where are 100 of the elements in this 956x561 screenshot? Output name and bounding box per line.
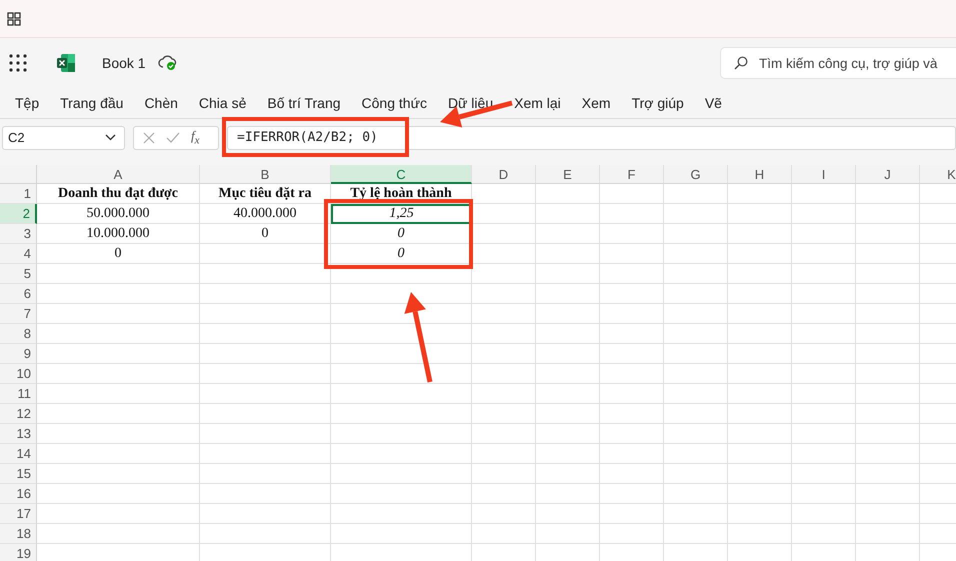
table-cell[interactable] bbox=[600, 344, 664, 364]
table-cell[interactable] bbox=[37, 384, 200, 404]
table-cell[interactable] bbox=[37, 484, 200, 504]
table-cell[interactable] bbox=[728, 244, 792, 264]
table-cell[interactable] bbox=[37, 504, 200, 524]
table-cell[interactable] bbox=[792, 444, 856, 464]
table-cell[interactable] bbox=[728, 224, 792, 244]
table-cell[interactable] bbox=[472, 244, 536, 264]
table-cell[interactable] bbox=[331, 484, 472, 504]
table-cell[interactable] bbox=[472, 324, 536, 344]
row-header[interactable]: 13 bbox=[0, 424, 37, 444]
cancel-icon[interactable] bbox=[143, 132, 155, 144]
table-cell[interactable] bbox=[792, 384, 856, 404]
table-cell[interactable] bbox=[664, 204, 728, 224]
table-cell[interactable] bbox=[200, 284, 331, 304]
table-cell[interactable] bbox=[664, 404, 728, 424]
table-cell[interactable] bbox=[536, 244, 600, 264]
select-all-corner[interactable] bbox=[0, 165, 37, 184]
table-cell[interactable] bbox=[331, 404, 472, 424]
table-cell[interactable] bbox=[37, 524, 200, 544]
row-header[interactable]: 7 bbox=[0, 304, 37, 324]
table-cell[interactable] bbox=[856, 264, 920, 284]
table-cell[interactable] bbox=[200, 304, 331, 324]
table-cell[interactable] bbox=[792, 304, 856, 324]
app-launcher-icon[interactable] bbox=[9, 54, 27, 72]
table-cell[interactable] bbox=[600, 184, 664, 204]
table-cell[interactable] bbox=[856, 524, 920, 544]
table-cell[interactable] bbox=[536, 364, 600, 384]
column-header[interactable]: G bbox=[664, 165, 728, 184]
table-cell[interactable] bbox=[792, 244, 856, 264]
table-cell[interactable] bbox=[37, 264, 200, 284]
table-cell[interactable] bbox=[856, 244, 920, 264]
table-cell[interactable] bbox=[664, 224, 728, 244]
column-header[interactable]: B bbox=[200, 165, 331, 184]
table-cell[interactable] bbox=[856, 504, 920, 524]
table-cell[interactable] bbox=[600, 444, 664, 464]
ribbon-tab[interactable]: Công thức bbox=[362, 95, 427, 111]
table-cell[interactable] bbox=[536, 464, 600, 484]
table-cell[interactable] bbox=[472, 264, 536, 284]
table-cell[interactable] bbox=[664, 324, 728, 344]
table-cell[interactable] bbox=[536, 484, 600, 504]
table-cell[interactable] bbox=[856, 424, 920, 444]
table-cell[interactable] bbox=[472, 424, 536, 444]
row-header[interactable]: 11 bbox=[0, 384, 37, 404]
ribbon-tab[interactable]: Xem lại bbox=[514, 95, 561, 111]
table-cell[interactable] bbox=[728, 404, 792, 424]
table-cell[interactable] bbox=[37, 464, 200, 484]
table-cell[interactable]: Doanh thu đạt được bbox=[37, 184, 200, 204]
column-header[interactable]: K bbox=[920, 165, 956, 184]
row-header[interactable]: 17 bbox=[0, 504, 37, 524]
table-cell[interactable] bbox=[472, 404, 536, 424]
table-cell[interactable] bbox=[37, 364, 200, 384]
table-cell[interactable] bbox=[536, 404, 600, 424]
table-cell[interactable] bbox=[536, 284, 600, 304]
table-cell[interactable]: 0 bbox=[200, 224, 331, 244]
table-cell[interactable] bbox=[856, 324, 920, 344]
insert-function-button[interactable]: f$_{x}$ bbox=[191, 128, 200, 147]
table-cell[interactable] bbox=[472, 504, 536, 524]
row-header[interactable]: 18 bbox=[0, 524, 37, 544]
apps-icon[interactable] bbox=[7, 12, 21, 26]
table-cell[interactable] bbox=[472, 204, 536, 224]
row-header[interactable]: 10 bbox=[0, 364, 37, 384]
table-cell[interactable] bbox=[728, 424, 792, 444]
table-cell[interactable] bbox=[536, 524, 600, 544]
table-cell[interactable] bbox=[200, 364, 331, 384]
table-cell[interactable] bbox=[856, 284, 920, 304]
table-cell[interactable] bbox=[664, 504, 728, 524]
table-cell[interactable] bbox=[600, 484, 664, 504]
table-cell[interactable] bbox=[728, 324, 792, 344]
row-header[interactable]: 8 bbox=[0, 324, 37, 344]
table-cell[interactable] bbox=[664, 304, 728, 324]
column-header[interactable]: C bbox=[331, 165, 472, 184]
table-cell[interactable] bbox=[728, 504, 792, 524]
table-cell[interactable] bbox=[472, 224, 536, 244]
formula-field[interactable]: =IFERROR(A2/B2; 0) bbox=[227, 126, 956, 150]
table-cell[interactable] bbox=[331, 524, 472, 544]
table-cell[interactable] bbox=[664, 184, 728, 204]
row-header[interactable]: 12 bbox=[0, 404, 37, 424]
table-cell[interactable] bbox=[200, 464, 331, 484]
table-cell[interactable] bbox=[472, 284, 536, 304]
table-cell[interactable] bbox=[536, 384, 600, 404]
row-header[interactable]: 5 bbox=[0, 264, 37, 284]
table-cell[interactable] bbox=[472, 484, 536, 504]
table-cell[interactable] bbox=[600, 524, 664, 544]
table-cell[interactable] bbox=[600, 504, 664, 524]
table-cell[interactable] bbox=[472, 444, 536, 464]
table-cell[interactable] bbox=[728, 484, 792, 504]
table-cell[interactable] bbox=[331, 464, 472, 484]
table-cell[interactable] bbox=[37, 344, 200, 364]
row-header[interactable]: 19 bbox=[0, 544, 37, 561]
search-field[interactable]: Tìm kiếm công cụ, trợ giúp và bbox=[720, 47, 956, 79]
column-header[interactable]: J bbox=[856, 165, 920, 184]
table-cell[interactable] bbox=[536, 184, 600, 204]
table-cell[interactable] bbox=[792, 364, 856, 384]
table-cell[interactable] bbox=[792, 224, 856, 244]
table-cell[interactable] bbox=[664, 284, 728, 304]
table-cell[interactable] bbox=[600, 384, 664, 404]
ribbon-tab[interactable]: Chia sẻ bbox=[198, 95, 246, 111]
table-cell[interactable] bbox=[600, 224, 664, 244]
table-cell[interactable] bbox=[664, 244, 728, 264]
